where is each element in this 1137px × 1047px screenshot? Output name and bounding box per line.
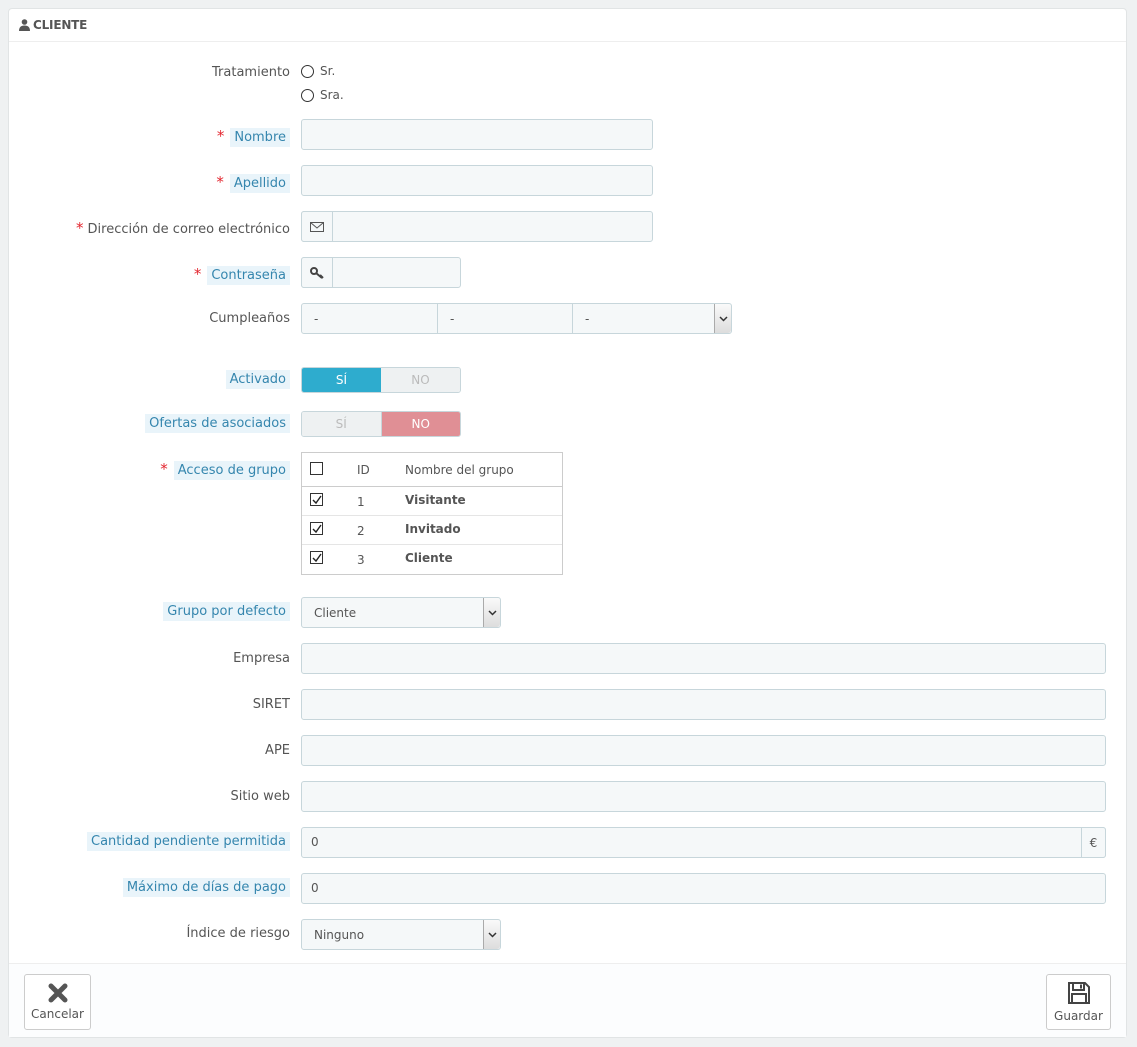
- nombre-input[interactable]: [301, 119, 653, 150]
- label-activado: Activado: [225, 370, 290, 389]
- group-table: ID Nombre del grupo 1 Visitante 2 Invita…: [301, 452, 563, 575]
- key-icon: [301, 257, 333, 288]
- label-cantidad: Cantidad pendiente permitida: [87, 832, 290, 851]
- empresa-input[interactable]: [301, 643, 1106, 674]
- currency-addon: €: [1081, 827, 1106, 858]
- label-ape: APE: [265, 743, 290, 758]
- radio-circle[interactable]: [301, 88, 314, 102]
- email-input[interactable]: [301, 211, 653, 242]
- activado-switch[interactable]: SÍ NO: [301, 367, 461, 393]
- label-grupo-defecto: Grupo por defecto: [163, 602, 290, 621]
- group-name: Invitado: [405, 522, 461, 536]
- apellido-input[interactable]: [301, 165, 653, 196]
- ape-input[interactable]: [301, 735, 1106, 766]
- label-siret: SIRET: [252, 697, 290, 712]
- siret-input[interactable]: [301, 689, 1106, 720]
- birthday-day-select[interactable]: -: [301, 303, 438, 334]
- save-label: Guardar: [1054, 1009, 1103, 1023]
- floppy-disk-icon: [1067, 982, 1090, 1004]
- header-name: Nombre del grupo: [405, 463, 514, 477]
- label-riesgo: Índice de riesgo: [186, 926, 290, 941]
- table-row: 3 Cliente: [302, 545, 562, 574]
- panel-heading: CLIENTE: [9, 9, 1126, 42]
- group-id: 3: [357, 553, 365, 567]
- birthday-year-select[interactable]: -: [572, 303, 732, 334]
- label-email: * Dirección de correo electrónico: [76, 219, 290, 237]
- label-apellido: * Apellido: [216, 173, 290, 193]
- group-checkbox[interactable]: [310, 493, 323, 506]
- activado-yes[interactable]: SÍ: [302, 368, 381, 392]
- radio-sr-label: Sr.: [320, 64, 336, 78]
- label-tratamiento: Tratamiento: [212, 65, 290, 80]
- label-ofertas: Ofertas de asociados: [145, 414, 290, 433]
- group-name: Visitante: [405, 493, 466, 507]
- close-icon: [48, 983, 67, 1003]
- ofertas-switch[interactable]: SÍ NO: [301, 411, 461, 437]
- table-row: 1 Visitante: [302, 487, 562, 516]
- save-button[interactable]: Guardar: [1046, 974, 1111, 1030]
- website-input[interactable]: [301, 781, 1106, 812]
- group-table-header: ID Nombre del grupo: [302, 453, 562, 487]
- group-id: 1: [357, 495, 365, 509]
- envelope-icon: [301, 211, 333, 242]
- ofertas-yes[interactable]: SÍ: [302, 412, 381, 436]
- user-icon: [19, 19, 30, 31]
- chevron-down-icon[interactable]: [714, 304, 731, 333]
- label-nombre: * Nombre: [217, 127, 290, 147]
- select-all-checkbox[interactable]: [310, 462, 323, 475]
- header-id: ID: [357, 463, 370, 477]
- panel-title: CLIENTE: [33, 18, 88, 32]
- cancel-label: Cancelar: [31, 1007, 84, 1021]
- radio-sra[interactable]: Sra.: [301, 88, 344, 102]
- panel-footer: Cancelar Guardar: [9, 963, 1126, 1037]
- cancel-button[interactable]: Cancelar: [24, 974, 91, 1030]
- default-group-select[interactable]: Cliente: [301, 597, 501, 628]
- label-dias: Máximo de días de pago: [122, 878, 290, 897]
- chevron-down-icon[interactable]: [483, 598, 500, 627]
- birthday-month-select[interactable]: -: [437, 303, 573, 334]
- credit-input[interactable]: 0 €: [301, 827, 1106, 858]
- label-empresa: Empresa: [233, 651, 290, 666]
- label-grupo: * Acceso de grupo: [160, 460, 290, 480]
- risk-select[interactable]: Ninguno: [301, 919, 501, 950]
- radio-sr[interactable]: Sr.: [301, 64, 335, 78]
- radio-circle[interactable]: [301, 64, 314, 78]
- password-input[interactable]: [301, 257, 461, 288]
- group-checkbox[interactable]: [310, 551, 323, 564]
- radio-sra-label: Sra.: [320, 88, 344, 102]
- customer-panel: CLIENTE Tratamiento Sr. Sra. * Nombre * Ap…: [8, 8, 1127, 1038]
- label-web: Sitio web: [230, 789, 290, 804]
- chevron-down-icon[interactable]: [483, 920, 500, 949]
- label-birthday: Cumpleaños: [209, 311, 290, 326]
- group-checkbox[interactable]: [310, 522, 323, 535]
- max-payment-days-input[interactable]: 0: [301, 873, 1106, 904]
- table-row: 2 Invitado: [302, 516, 562, 545]
- group-name: Cliente: [405, 551, 453, 565]
- activado-no[interactable]: NO: [381, 368, 460, 392]
- ofertas-no[interactable]: NO: [380, 412, 460, 436]
- group-id: 2: [357, 524, 365, 538]
- label-password: * Contraseña: [194, 265, 290, 285]
